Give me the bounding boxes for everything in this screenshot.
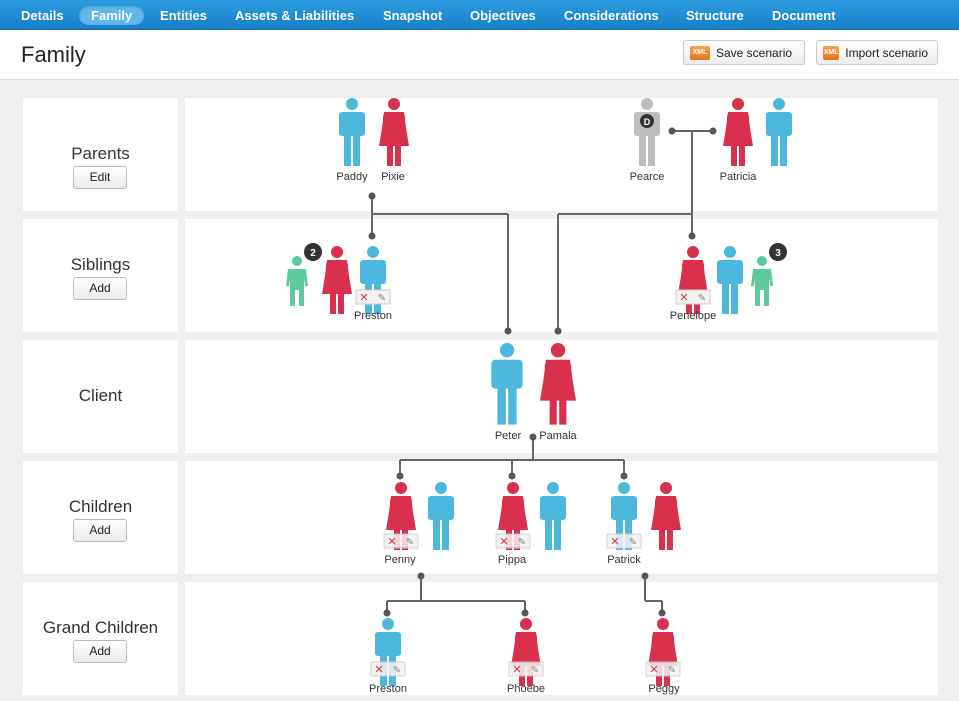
person-paddy[interactable] (339, 98, 365, 166)
person-pippa-partner[interactable] (540, 482, 566, 550)
edit-pencil-icon[interactable]: ✎ (668, 665, 676, 676)
name-pixie: Pixie (381, 171, 405, 183)
delete-icon[interactable]: ✕ (610, 536, 619, 548)
name-preston-sibling: Preston (354, 310, 392, 322)
person-patrick-partner[interactable] (651, 482, 681, 550)
delete-icon[interactable]: ✕ (512, 664, 521, 676)
person-peter[interactable] (491, 343, 523, 425)
name-peggy: Peggy (648, 683, 680, 695)
person-penelope-partner[interactable] (717, 246, 743, 314)
delete-icon[interactable]: ✕ (387, 536, 396, 548)
delete-icon[interactable]: ✕ (374, 664, 383, 676)
name-pearce: Pearce (630, 171, 665, 183)
person-preston-partner[interactable] (322, 246, 352, 314)
deceased-badge-label: D (644, 117, 651, 127)
name-pamala: Pamala (539, 430, 577, 442)
edit-pencil-icon[interactable]: ✎ (518, 537, 526, 548)
edit-pencil-icon[interactable]: ✎ (393, 665, 401, 676)
edit-pencil-icon[interactable]: ✎ (698, 293, 706, 304)
edit-pencil-icon[interactable]: ✎ (378, 293, 386, 304)
sibling-child-group-right[interactable] (751, 256, 773, 306)
count-badge-right-label: 3 (775, 248, 781, 259)
name-penelope: Penelope (670, 310, 717, 322)
name-pippa: Pippa (498, 554, 527, 566)
delete-icon[interactable]: ✕ (649, 664, 658, 676)
person-penny-partner[interactable] (428, 482, 454, 550)
name-paddy: Paddy (336, 171, 368, 183)
delete-icon[interactable]: ✕ (359, 292, 368, 304)
name-phoebe: Phoebe (507, 683, 545, 695)
name-patrick: Patrick (607, 554, 641, 566)
name-patricia: Patricia (720, 171, 758, 183)
count-badge-left-label: 2 (310, 248, 316, 259)
edit-pencil-icon[interactable]: ✎ (406, 537, 414, 548)
person-pixie[interactable] (379, 98, 409, 166)
delete-icon[interactable]: ✕ (679, 292, 688, 304)
sibling-child-group-left[interactable] (286, 256, 308, 306)
name-preston-grandchild: Preston (369, 683, 407, 695)
family-tree: Paddy Pixie D Pearce Patricia 2 ✕ ✎ Pres… (286, 98, 792, 695)
person-patricia-partner[interactable] (766, 98, 792, 166)
person-patricia[interactable] (723, 98, 753, 166)
person-pamala[interactable] (540, 343, 576, 425)
name-penny: Penny (384, 554, 416, 566)
person-pearce[interactable] (634, 98, 660, 166)
delete-icon[interactable]: ✕ (499, 536, 508, 548)
edit-pencil-icon[interactable]: ✎ (531, 665, 539, 676)
name-peter: Peter (495, 430, 522, 442)
edit-pencil-icon[interactable]: ✎ (629, 537, 637, 548)
